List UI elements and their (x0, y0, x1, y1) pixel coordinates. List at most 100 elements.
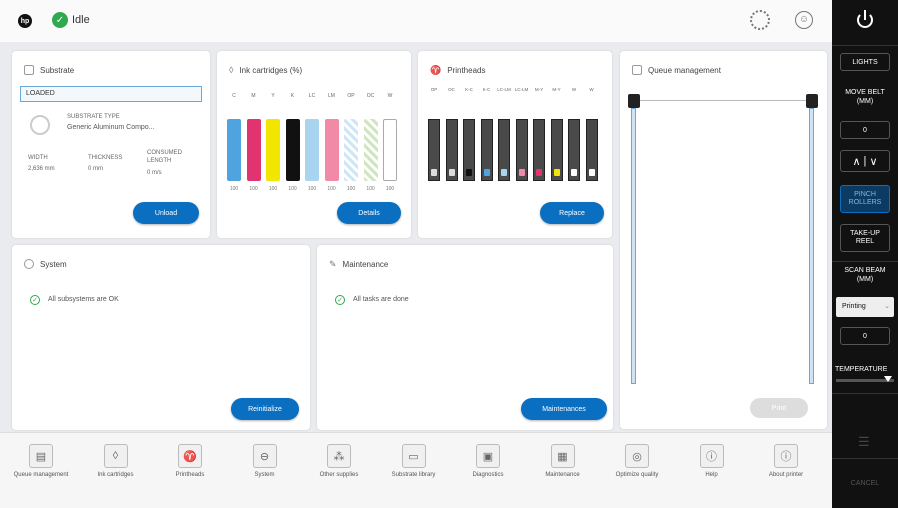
ink-drop-icon[interactable]: ◊ (103, 444, 128, 468)
details-button[interactable]: Details (337, 202, 401, 224)
ink-cartridge (383, 119, 397, 181)
ink-percent: 100 (385, 186, 395, 192)
sliders-icon[interactable]: ☰ (858, 434, 870, 450)
consumed-label: CONSUMED LENGTH (147, 150, 183, 164)
ink-cartridge (305, 119, 319, 181)
status-ok-icon: ✓ (52, 12, 68, 28)
help-icon[interactable]: ⓘ (699, 444, 724, 468)
temperature-label: TEMPERATURE (835, 366, 888, 373)
printhead-label: LC-LM (514, 87, 529, 92)
nav-label: Diagnostics (472, 472, 504, 478)
unload-button[interactable]: Unload (133, 202, 199, 224)
nav-item-optimize[interactable]: ◎ Optimize quality (606, 444, 668, 479)
substrate-type-icon (30, 115, 50, 135)
nav-label: Maintenance (545, 472, 580, 478)
printing-select[interactable]: Printing ⌄ (836, 297, 894, 317)
printhead-color-chip (536, 169, 542, 176)
nav-item-ink-drop[interactable]: ◊ Ink cartridges (85, 444, 147, 479)
nav-item-about[interactable]: ⓘ About printer (755, 444, 817, 479)
nav-item-supplies[interactable]: ⁂ Other supplies (308, 444, 370, 479)
ink-label: LM (328, 93, 335, 99)
temperature-slider[interactable] (836, 376, 894, 382)
ink-percent: 100 (288, 186, 297, 192)
printhead-slot (428, 119, 440, 181)
system-status: All subsystems are OK (48, 296, 119, 303)
printhead-color-chip (553, 169, 560, 176)
diagnostics-icon[interactable]: ▣ (476, 444, 500, 468)
ink-percent: 100 (346, 186, 356, 192)
system-icon (24, 259, 34, 269)
ink-title: Ink cartridges (%) (239, 65, 303, 75)
move-belt-label: MOVE BELT (MM) (845, 89, 885, 105)
scan-beam-value[interactable]: 0 (840, 327, 890, 345)
thickness-value: 0 mm (88, 166, 103, 172)
ink-cartridge (266, 119, 280, 181)
settings-gear-icon[interactable] (750, 10, 770, 30)
nav-item-queue[interactable]: ▤ Queue management (10, 444, 72, 479)
system-title: System (40, 259, 67, 269)
maintenances-button[interactable]: Maintenances (521, 398, 607, 420)
printhead-color-chip (518, 169, 525, 176)
reinitialize-button[interactable]: Reinitialize (231, 398, 299, 420)
maintenance-icon: ✎ (329, 259, 337, 269)
status-text: Idle (72, 14, 90, 26)
move-belt-value[interactable]: 0 (840, 121, 890, 139)
face-feedback-icon[interactable]: ☺ (795, 11, 813, 29)
ink-cartridge (227, 119, 241, 181)
printhead-label: LC-LM (497, 87, 511, 92)
ink-cartridges-card: ◊ Ink cartridges (%) C M Y K LC LM OP OC W 100 100… (217, 51, 411, 238)
nav-item-help[interactable]: ⓘ Help (681, 444, 743, 479)
side-control-panel: LIGHTS MOVE BELT (MM) 0 ∧ | ∨ PINCH ROLL… (832, 0, 898, 508)
ink-label: OC (366, 93, 375, 99)
temperature-slider-handle[interactable] (884, 376, 892, 382)
nav-item-printhead[interactable]: ♈ Printheads (159, 444, 221, 479)
printhead-color-chip (448, 169, 455, 176)
consumed-value: 0 m/s (147, 170, 162, 176)
ink-percent: 100 (307, 186, 317, 192)
nav-item-system[interactable]: ⊖ System (234, 444, 296, 479)
printheads-title: Printheads (447, 66, 486, 75)
queue-icon[interactable]: ▤ (29, 444, 53, 468)
replace-button[interactable]: Replace (540, 202, 604, 224)
printhead-icon[interactable]: ♈ (178, 444, 202, 468)
nav-item-diagnostics[interactable]: ▣ Diagnostics (457, 444, 519, 479)
about-icon[interactable]: ⓘ (774, 444, 798, 468)
printhead-label: K-C (465, 87, 473, 92)
optimize-icon[interactable]: ◎ (625, 444, 649, 468)
printhead-slot (515, 119, 528, 181)
printhead-label: M-Y (534, 87, 544, 92)
printhead-color-chip (483, 169, 490, 176)
chevron-down-icon[interactable]: ∨ (869, 155, 877, 168)
width-value: 2,636 mm (28, 166, 55, 172)
maintenance-status: All tasks are done (353, 296, 409, 303)
take-up-reel-button[interactable]: TAKE-UP REEL (840, 224, 890, 252)
ink-cartridge (285, 119, 300, 181)
nav-label: Ink cartridges (97, 472, 134, 478)
cancel-button[interactable]: CANCEL (832, 479, 898, 488)
maintenance-icon[interactable]: ▦ (550, 444, 575, 468)
maintenance-ok-icon: ✓ (335, 295, 345, 305)
printhead-slot (463, 119, 475, 181)
printing-select-value: Printing (842, 303, 866, 310)
nav-label: Printheads (175, 472, 205, 478)
lights-button[interactable]: LIGHTS (840, 53, 890, 71)
supplies-icon[interactable]: ⁂ (327, 444, 351, 468)
system-ok-icon: ✓ (30, 295, 40, 305)
print-button[interactable]: Print (750, 398, 808, 418)
nav-item-maintenance[interactable]: ▦ Maintenance (532, 444, 594, 479)
ink-percent: 100 (268, 186, 278, 192)
nav-label: Queue management (13, 472, 69, 478)
nav-item-substrate-library[interactable]: ▭ Substrate library (383, 444, 445, 479)
queue-card: Queue management Print (620, 51, 827, 429)
system-icon[interactable]: ⊖ (252, 444, 277, 468)
substrate-type-label: SUBSTRATE TYPE (67, 114, 120, 120)
substrate-library-icon[interactable]: ▭ (401, 444, 426, 468)
substrate-state: LOADED (26, 90, 55, 97)
belt-up-down-control[interactable]: ∧ | ∨ (840, 150, 890, 172)
pinch-rollers-button[interactable]: PINCH ROLLERS (840, 185, 890, 213)
printhead-slot (585, 119, 598, 181)
printhead-color-chip (466, 169, 472, 176)
printhead-color-chip (588, 169, 595, 176)
printhead-icon: ♈ (430, 65, 442, 75)
chevron-up-icon[interactable]: ∧ (852, 155, 860, 168)
